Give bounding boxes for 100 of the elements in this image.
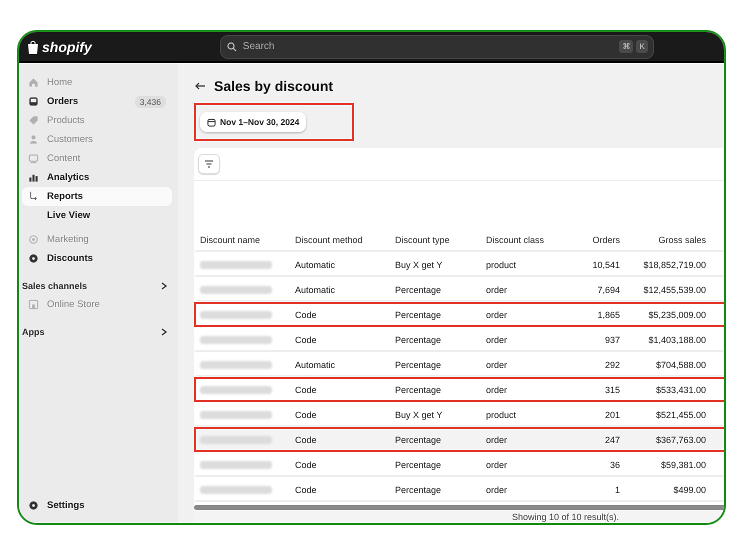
gear-icon [28,500,39,511]
scrollbar[interactable] [194,505,724,510]
table-cell-text: $18,852,719.00 [642,260,706,270]
column-header: Gross sales [657,234,706,244]
chevron-icon[interactable] [160,328,168,336]
shortcut-key: K [636,40,648,52]
table-cell-text: 247 [604,434,620,444]
filter-button[interactable] [198,154,220,174]
table-cell-text: $367,763.00 [654,434,706,444]
redacted-name [200,310,272,318]
table-cell-text: Buy X get Y [394,410,444,420]
sidebar-item[interactable]: Live View [22,206,172,225]
table-cell-text: Percentage [394,484,442,494]
redacted-name [200,336,272,344]
table-cell-text: 1,865 [596,310,620,320]
table-cell-text: Code [294,484,318,494]
table-cell-text: order [485,360,508,370]
search-icon [226,42,237,52]
home-icon [28,77,39,88]
table-cell-text: Automatic [294,260,336,270]
table-cell-text: $499.00 [672,484,706,494]
column-header: Discount method [294,234,364,244]
table-cell-text: Percentage [394,284,442,294]
table-cell-text: Buy X get Y [394,260,444,270]
inbox-icon [28,96,39,107]
table-cell-text: 937 [604,334,620,344]
table-cell-text: 1 [614,484,620,494]
filter-icon [204,160,214,168]
shopping-bag-icon [27,40,39,54]
results-count: Showing 10 of 10 result(s). [512,512,620,522]
table-cell-text: order [485,434,508,444]
table-cell-text: Percentage [394,384,442,394]
column-header: Discount type [394,234,451,244]
table-cell-text: order [485,384,508,394]
sidebar-item[interactable]: Settings [22,496,172,515]
table-cell-text: Automatic [294,360,336,370]
table-cell-text: $59,381.00 [660,460,706,470]
table-cell-text: Percentage [394,310,442,320]
table-cell-text: Automatic [294,284,336,294]
table-cell-text: 201 [604,410,620,420]
table-cell-text: order [485,460,508,470]
table-cell-text: order [485,310,508,320]
section-heading: Apps [22,326,44,336]
table-cell-text: $5,235,009.00 [647,310,706,320]
column-header: Discount class [485,234,546,244]
redacted-name [200,410,272,418]
redacted-name [200,360,272,368]
table-cell-text: $1,403,188.00 [647,334,706,344]
person-icon [28,134,39,145]
gear-icon [28,253,39,264]
table-cell-text: $533,431.00 [654,384,706,394]
column-header: Discount name [199,234,262,244]
table-cell-text: product [485,410,518,420]
sidebar-item[interactable]: Orders 3,436 [22,92,172,111]
shortcut-key: ⌘ [619,40,634,52]
table-cell-text: Code [294,410,318,420]
sidebar-item[interactable]: Reports [22,187,172,206]
redacted-name [200,386,272,394]
store-icon [28,299,39,310]
target-icon [28,234,39,245]
table-cell-text: Code [294,334,318,344]
redacted-name [200,460,272,468]
date-range-button[interactable]: Nov 1–Nov 30, 2024 [200,112,306,132]
branch-icon [28,191,39,202]
table-cell-text: 292 [604,360,620,370]
table-cell-text: order [485,284,508,294]
sidebar-item[interactable]: Discounts [22,249,172,268]
table-cell-text: Code [294,384,318,394]
table-cell-text: Percentage [394,360,442,370]
sidebar-item[interactable]: Analytics [22,168,172,187]
table-cell-text: product [485,260,518,270]
table-cell-text: 10,541 [591,260,620,270]
table-cell-text: 7,694 [596,284,620,294]
table-cell-text: Percentage [394,460,442,470]
table-cell-text: 315 [604,384,620,394]
count-badge: 3,436 [134,96,166,108]
tag-icon [28,115,39,126]
redacted-name [200,286,272,294]
logo-text: shopify [42,38,92,54]
table-cell-text: Code [294,310,318,320]
chevron-icon[interactable] [160,282,168,290]
table-cell-text: $521,455.00 [654,410,706,420]
section-heading: Sales channels [22,280,88,290]
table-cell-text: 36 [608,460,620,470]
back-arrow-icon[interactable] [194,80,206,92]
table-cell-text: Percentage [394,334,442,344]
table-cell-text: order [485,484,508,494]
page-title: Sales by discount [214,78,334,94]
table-cell-text: $12,455,539.00 [642,284,706,294]
column-header: Orders [591,234,620,244]
image-icon [28,153,39,164]
table-cell-text: $704,588.00 [654,360,706,370]
calendar-icon [207,118,216,126]
table-cell-text: order [485,334,508,344]
redacted-name [200,486,272,494]
table-cell-text: Code [294,434,318,444]
redacted-name [200,260,272,268]
chart-icon [28,172,39,183]
table-cell-text: Code [294,460,318,470]
table-cell-text: Percentage [394,434,442,444]
